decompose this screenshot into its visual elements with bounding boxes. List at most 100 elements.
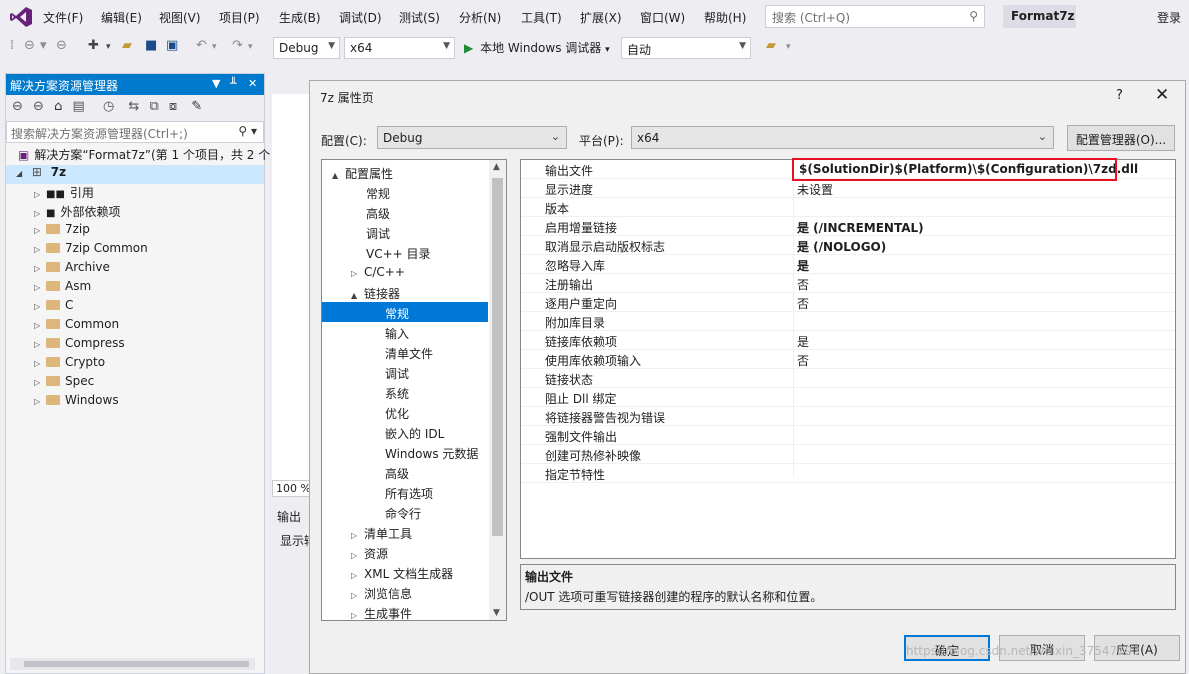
new-dropdown-icon[interactable]: ▾ <box>106 42 111 52</box>
collapse-all-icon[interactable]: ⧉ <box>149 99 158 114</box>
sync-icon[interactable]: ⇆ <box>128 99 139 114</box>
property-value[interactable]: 是 (/INCREMENTAL) <box>797 219 924 236</box>
scroll-down-icon[interactable]: ▼ <box>493 608 500 618</box>
new-project-icon[interactable]: ✚ <box>88 38 99 53</box>
redo-icon[interactable]: ↷ <box>232 38 243 53</box>
code-editor[interactable] <box>272 94 310 482</box>
tree-node-general[interactable]: 常规 <box>366 182 506 202</box>
tree-node-vc-directories[interactable]: VC++ 目录 <box>366 242 506 262</box>
property-row[interactable]: 启用增量链接 是 (/INCREMENTAL) <box>521 217 1175 236</box>
config-manager-button[interactable]: 配置管理器(O)... <box>1067 125 1175 151</box>
solution-node[interactable]: ▣ 解决方案“Format7z”(第 1 个项目，共 2 个 <box>18 146 270 165</box>
property-row[interactable]: 附加库目录 <box>521 312 1175 331</box>
property-row[interactable]: 输出文件 $(SolutionDir)$(Platform)\$(Configur… <box>521 158 1175 181</box>
tree-node-advanced[interactable]: 高级 <box>366 202 506 222</box>
property-row[interactable]: 取消显示启动版权标志 是 (/NOLOGO) <box>521 236 1175 255</box>
menu-build[interactable]: 生成(B) <box>279 9 321 26</box>
menu-tools[interactable]: 工具(T) <box>521 9 562 26</box>
undo-dropdown-icon[interactable]: ▾ <box>212 42 217 52</box>
menu-debug[interactable]: 调试(D) <box>339 9 382 26</box>
tree-node-xml-doc[interactable]: ▷ XML 文档生成器 <box>351 562 506 582</box>
solution-platform-select[interactable]: x64 ▼ <box>344 37 455 59</box>
back-dropdown-icon[interactable]: ▾ <box>40 38 47 53</box>
properties-wrench-icon[interactable]: ✎ <box>191 99 202 114</box>
property-row[interactable]: 忽略导入库 是 <box>521 255 1175 274</box>
panel-menu-icon[interactable]: ▼ <box>212 77 220 90</box>
home-icon[interactable]: ⌂ <box>54 99 62 114</box>
save-all-icon[interactable]: ▣ <box>166 38 178 53</box>
property-value[interactable]: 否 <box>797 276 809 293</box>
config-select[interactable]: Debug ⌄ <box>377 126 567 149</box>
scroll-up-icon[interactable]: ▲ <box>493 162 500 172</box>
tree-node-resources[interactable]: ▷ 资源 <box>351 542 506 562</box>
forward-icon[interactable]: ⊖ <box>56 38 67 53</box>
start-debugging-button[interactable]: ▶ 本地 Windows 调试器 ▾ <box>464 39 610 56</box>
back-icon[interactable]: ⊖ <box>12 99 23 114</box>
property-value[interactable]: 否 <box>797 352 809 369</box>
tree-scrollbar[interactable]: ▲ ▼ <box>489 160 506 620</box>
save-icon[interactable]: ■ <box>145 38 157 53</box>
tree-node-cpp[interactable]: ▷ C/C++ <box>351 262 506 282</box>
horizontal-scrollbar[interactable] <box>10 658 255 670</box>
visual-studio-logo-icon[interactable] <box>9 6 33 28</box>
undo-icon[interactable]: ↶ <box>196 38 207 53</box>
help-button[interactable]: ? <box>1116 88 1123 103</box>
tree-item-folder[interactable]: ▷ Compress <box>34 336 125 355</box>
property-row[interactable]: 将链接器警告视为错误 <box>521 407 1175 426</box>
menu-project[interactable]: 项目(P) <box>219 9 260 26</box>
tree-node-browse-info[interactable]: ▷ 浏览信息 <box>351 582 506 602</box>
tree-node-linker[interactable]: ▲ 链接器 <box>351 282 506 302</box>
property-row[interactable]: 强制文件输出 <box>521 426 1175 445</box>
menu-analyze[interactable]: 分析(N) <box>459 9 501 26</box>
tree-item-external-deps[interactable]: ▷ ■ 外部依赖项 <box>34 203 120 222</box>
menu-test[interactable]: 测试(S) <box>399 9 440 26</box>
property-value[interactable]: 未设置 <box>797 181 833 198</box>
solution-explorer-search-input[interactable]: 搜索解决方案资源管理器(Ctrl+;) ⚲ ▾ <box>6 121 264 143</box>
mode-select[interactable]: 自动 ▼ <box>621 37 751 59</box>
tree-node-debugging[interactable]: 调试 <box>366 222 506 242</box>
scrollbar-thumb[interactable] <box>492 178 503 536</box>
menu-help[interactable]: 帮助(H) <box>704 9 746 26</box>
solution-config-select[interactable]: Debug ▼ <box>273 37 340 59</box>
project-node[interactable]: ◢ ⊞ 7z <box>6 165 264 184</box>
property-value[interactable]: 是 (/NOLOGO) <box>797 238 886 255</box>
tree-item-folder[interactable]: ▷ Crypto <box>34 355 105 374</box>
show-all-files-icon[interactable]: ⧇ <box>169 99 177 114</box>
history-icon[interactable]: ◷ <box>103 99 114 114</box>
property-row[interactable]: 使用库依赖项输入 否 <box>521 350 1175 369</box>
tree-item-folder[interactable]: ▷ Spec <box>34 374 94 393</box>
property-row[interactable]: 逐用户重定向 否 <box>521 293 1175 312</box>
property-value[interactable]: 否 <box>797 295 809 312</box>
sign-in-link[interactable]: 登录 <box>1157 9 1181 26</box>
scrollbar-thumb[interactable] <box>24 661 249 667</box>
tree-item-folder[interactable]: ▷ 7zip Common <box>34 241 148 260</box>
property-row[interactable]: 指定节特性 <box>521 464 1175 483</box>
tree-item-folder[interactable]: ▷ 7zip <box>34 222 90 241</box>
platform-select[interactable]: x64 ⌄ <box>631 126 1054 149</box>
menu-window[interactable]: 窗口(W) <box>640 9 685 26</box>
pin-icon[interactable]: ╨ <box>230 77 237 90</box>
tree-item-folder[interactable]: ▷ Asm <box>34 279 91 298</box>
back-icon[interactable]: ⊖ <box>24 38 35 53</box>
property-row[interactable]: 显示进度 未设置 <box>521 179 1175 198</box>
tree-node-build-events[interactable]: ▷ 生成事件 <box>351 602 506 620</box>
open-folder-icon[interactable]: ▰ <box>122 38 132 53</box>
tree-item-folder[interactable]: ▷ C <box>34 298 73 317</box>
property-row[interactable]: 注册输出 否 <box>521 274 1175 293</box>
property-row[interactable]: 链接状态 <box>521 369 1175 388</box>
quick-search-input[interactable]: 搜索 (Ctrl+Q) ⚲ <box>765 5 985 28</box>
tree-item-folder[interactable]: ▷ Archive <box>34 260 110 279</box>
property-row[interactable]: 创建可热修补映像 <box>521 445 1175 464</box>
property-value[interactable]: 是 <box>797 257 809 274</box>
tree-node-manifest-tool[interactable]: ▷ 清单工具 <box>351 522 506 542</box>
menu-extensions[interactable]: 扩展(X) <box>580 9 622 26</box>
menu-file[interactable]: 文件(F) <box>43 9 83 26</box>
tree-item-folder[interactable]: ▷ Common <box>34 317 119 336</box>
close-icon[interactable]: ✕ <box>248 77 257 90</box>
tree-item-references[interactable]: ▷ ■■ 引用 <box>34 184 94 203</box>
redo-dropdown-icon[interactable]: ▾ <box>248 42 253 52</box>
switch-views-icon[interactable]: ▤ <box>73 99 85 114</box>
menu-view[interactable]: 视图(V) <box>159 9 201 26</box>
tree-node-config-properties[interactable]: ▲ 配置属性 <box>332 162 506 182</box>
tree-node-linker-general[interactable]: 常规 <box>322 302 488 322</box>
